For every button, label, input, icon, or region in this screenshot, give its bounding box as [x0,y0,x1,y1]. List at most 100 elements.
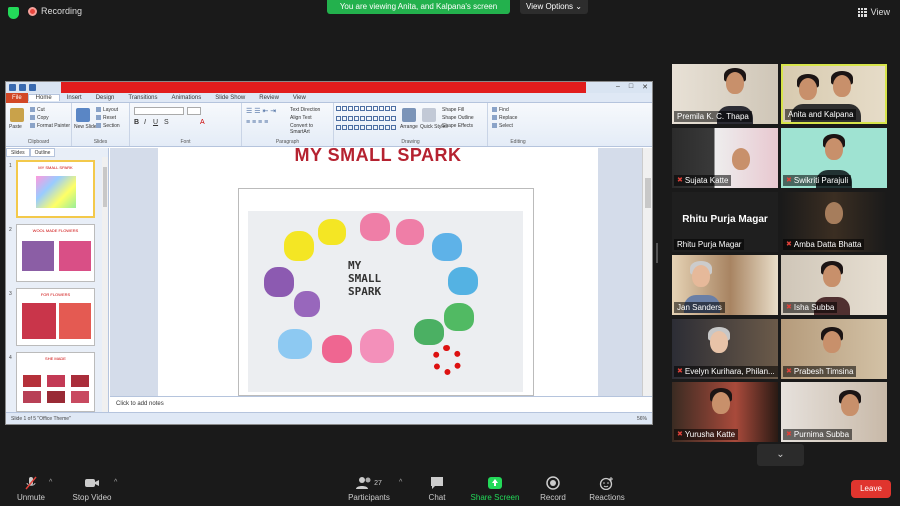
arrange-icon[interactable] [402,108,416,122]
redo-icon[interactable] [29,84,36,91]
tab-slide-show[interactable]: Slide Show [208,95,252,101]
participant-tile[interactable]: ✖ Amba Datta Bhatta [781,192,887,252]
copy-button[interactable]: Copy [30,115,49,121]
align-icons[interactable]: ≡ ≡ ≡ ≡ [246,119,268,126]
view-options-button[interactable]: View Options ⌄ [520,0,588,14]
shape-effects-button[interactable]: Shape Effects [442,123,473,129]
participant-tile[interactable]: ✖ Purnima Subba [781,382,887,442]
participant-tile[interactable]: ✖ Evelyn Kurihara, Philan... [672,319,778,379]
slide-thumbnail-3[interactable]: FOR FLOWERS [16,288,95,346]
tab-transitions[interactable]: Transitions [121,95,164,101]
paste-icon[interactable] [10,108,24,122]
encryption-shield-icon[interactable] [8,7,19,19]
view-button[interactable]: View [857,7,890,17]
participant-tile[interactable]: ✖ Sujata Katte [672,128,778,188]
arrange-button[interactable]: Arrange [400,124,418,130]
thumb-scrollbar[interactable] [102,157,108,412]
new-slide-button[interactable]: New Slide [74,124,97,130]
recording-indicator[interactable]: Recording [28,6,82,16]
maximize-icon[interactable]: □ [629,83,633,91]
participant-tile-active-speaker[interactable]: Anita and Kalpana [781,64,887,124]
participant-tile[interactable]: Rhitu Purja Magar Rhitu Purja Magar [672,192,778,252]
slide-title[interactable]: MY SMALL SPARK [158,148,598,166]
cut-button[interactable]: Cut [30,107,45,113]
reactions-button[interactable]: Reactions [586,476,628,502]
tab-file[interactable]: File [6,92,28,103]
slide-thumbnail-4[interactable]: SHE MADE [16,352,95,412]
bold-button[interactable]: B [134,119,139,126]
thumb-title: SHE MADE [45,356,66,361]
handprint-pink [360,213,390,241]
replace-button[interactable]: Replace [492,115,517,121]
find-button[interactable]: Find [492,107,509,113]
format-painter-button[interactable]: Format Painter [30,123,70,129]
select-button[interactable]: Select [492,123,513,129]
shape-fill-button[interactable]: Shape Fill [442,107,464,113]
text-direction-button[interactable]: Text Direction [290,107,320,113]
layout-button[interactable]: Layout [96,107,118,113]
font-size-select[interactable] [187,107,201,115]
new-slide-icon[interactable] [76,108,90,122]
stop-video-button[interactable]: Stop Video [68,476,116,502]
strikethrough-button[interactable]: S [164,119,169,126]
tab-insert[interactable]: Insert [60,95,89,101]
window-controls[interactable]: – □ ✕ [616,83,648,91]
tab-design[interactable]: Design [89,95,122,101]
shapes-gallery[interactable] [336,106,396,134]
record-button[interactable]: Record [538,476,568,502]
current-slide[interactable]: MY SMALL SPARK MY SMALL SPARK [158,148,598,396]
tab-view[interactable]: View [286,95,313,101]
tab-slides[interactable]: Slides [6,148,30,157]
panel-resize-handle[interactable] [656,243,658,263]
section-button[interactable]: Section [96,123,120,129]
slide-thumbnail-1[interactable]: MY SMALL SPARK [16,160,95,218]
grid-view-icon [857,7,867,17]
format-painter-label: Format Painter [37,123,71,129]
participant-tile[interactable]: ✖ Swikriti Parajuli [781,128,887,188]
tab-outline[interactable]: Outline [29,148,56,157]
notes-area[interactable]: Click to add notes [110,396,652,412]
shape-outline-button[interactable]: Shape Outline [442,115,474,121]
chat-button[interactable]: Chat [422,476,452,502]
gallery-next-page-button[interactable]: ⌄ [757,444,804,466]
participant-tile[interactable]: ✖ Prabesh Timsina [781,319,887,379]
reset-button[interactable]: Reset [96,115,116,121]
quick-access-toolbar[interactable] [9,84,36,91]
ribbon-tabs: File Home Insert Design Transitions Anim… [6,92,652,103]
tab-home[interactable]: Home [27,94,60,101]
video-options-caret[interactable]: ^ [114,479,117,486]
close-icon[interactable]: ✕ [642,83,648,91]
zoom-level[interactable]: 56% [637,416,647,422]
audio-options-caret[interactable]: ^ [49,479,52,486]
slide-thumbnail-2[interactable]: WOOL MADE FLOWERS [16,224,95,282]
leave-button[interactable]: Leave [851,480,891,498]
convert-smartart-button[interactable]: Convert to SmartArt [290,123,333,135]
participant-tile[interactable]: Premila K. C. Thapa [672,64,778,124]
unmute-button[interactable]: Unmute [14,476,48,502]
align-text-button[interactable]: Align Text [290,115,312,121]
participants-button[interactable]: 27 Participants [344,476,394,502]
save-icon[interactable] [9,84,16,91]
editor-vertical-scrollbar[interactable] [642,148,652,396]
italic-button[interactable]: I [144,119,146,126]
tab-review[interactable]: Review [252,95,286,101]
minimize-icon[interactable]: – [616,83,620,91]
participant-tile[interactable]: ✖ Isha Subba [781,255,887,315]
ppt-status-bar: Slide 1 of 5 "Office Theme" 56% [6,412,652,424]
quick-styles-icon[interactable] [422,108,436,122]
undo-icon[interactable] [19,84,26,91]
slide-thumbnail-panel: Slides Outline 1 MY SMALL SPARK 2 WOOL M… [6,148,109,412]
tab-animations[interactable]: Animations [165,95,209,101]
font-name-select[interactable] [134,107,184,115]
paste-button[interactable]: Paste [9,124,22,130]
underline-button[interactable]: U [153,119,158,126]
share-screen-button[interactable]: Share Screen [470,476,520,502]
participants-options-caret[interactable]: ^ [399,479,402,486]
font-color-button[interactable]: A [200,119,205,126]
participant-tile[interactable]: Jan Sanders [672,255,778,315]
participant-tile[interactable]: ✖ Yurusha Katte [672,382,778,442]
handprint-purple [264,267,294,297]
mic-off-icon: ✖ [786,241,792,248]
slide-photo[interactable]: MY SMALL SPARK [248,211,523,392]
bullets-icon[interactable]: ☰ ☰ ⇤ ⇥ [246,107,276,115]
